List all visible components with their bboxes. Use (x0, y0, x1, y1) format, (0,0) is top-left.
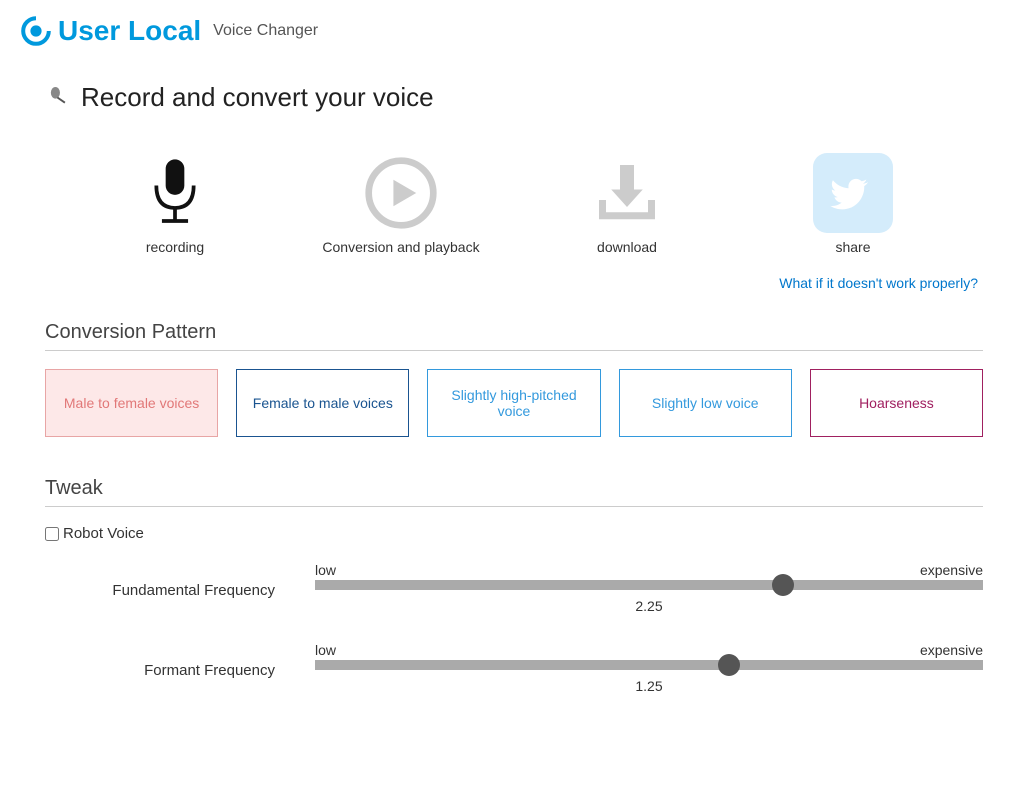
fundamental-frequency-row: Fundamental Frequency low expensive 2.25 (45, 562, 983, 614)
recording-label: recording (146, 239, 204, 255)
conversion-title: Conversion Pattern (45, 321, 983, 351)
actions-row: recording Conversion and playback downlo… (45, 153, 983, 255)
fundamental-label: Fundamental Frequency (45, 562, 315, 599)
fundamental-thumb[interactable] (772, 574, 794, 596)
logo[interactable]: User Local (20, 15, 201, 47)
tweak-section: Robot Voice Fundamental Frequency low ex… (45, 525, 983, 694)
recording-action[interactable]: recording (95, 153, 255, 255)
formant-thumb[interactable] (718, 654, 740, 676)
download-label: download (597, 239, 657, 255)
pattern-high-pitched[interactable]: Slightly high-pitched voice (427, 369, 600, 437)
page-title: Record and convert your voice (45, 82, 983, 113)
formant-low-label: low (315, 642, 336, 658)
recording-icon (135, 153, 215, 233)
playback-label: Conversion and playback (322, 239, 479, 255)
play-icon (361, 153, 441, 233)
tweak-title: Tweak (45, 477, 983, 507)
robot-voice-row[interactable]: Robot Voice (45, 525, 983, 542)
formant-label: Formant Frequency (45, 642, 315, 679)
formant-high-label: expensive (920, 642, 983, 658)
formant-slider[interactable] (315, 660, 983, 670)
fundamental-value: 2.25 (315, 598, 983, 614)
fundamental-high-label: expensive (920, 562, 983, 578)
logo-icon (20, 15, 52, 47)
robot-voice-label: Robot Voice (63, 525, 144, 542)
robot-voice-checkbox[interactable] (45, 527, 59, 541)
twitter-icon (813, 153, 893, 233)
playback-action[interactable]: Conversion and playback (321, 153, 481, 255)
header-subtitle: Voice Changer (213, 22, 318, 40)
microphone-icon (45, 85, 71, 111)
fundamental-low-label: low (315, 562, 336, 578)
header: User Local Voice Changer (0, 0, 1028, 62)
formant-frequency-row: Formant Frequency low expensive 1.25 (45, 642, 983, 694)
pattern-female-to-male[interactable]: Female to male voices (236, 369, 409, 437)
share-action[interactable]: share (773, 153, 933, 255)
brand-text: User Local (58, 15, 201, 47)
download-icon (587, 153, 667, 233)
pattern-male-to-female[interactable]: Male to female voices (45, 369, 218, 437)
pattern-hoarseness[interactable]: Hoarseness (810, 369, 983, 437)
pattern-low-voice[interactable]: Slightly low voice (619, 369, 792, 437)
share-label: share (835, 239, 870, 255)
formant-value: 1.25 (315, 678, 983, 694)
download-action[interactable]: download (547, 153, 707, 255)
help-link[interactable]: What if it doesn't work properly? (45, 275, 978, 291)
patterns-row: Male to female voices Female to male voi… (45, 369, 983, 437)
fundamental-slider[interactable] (315, 580, 983, 590)
